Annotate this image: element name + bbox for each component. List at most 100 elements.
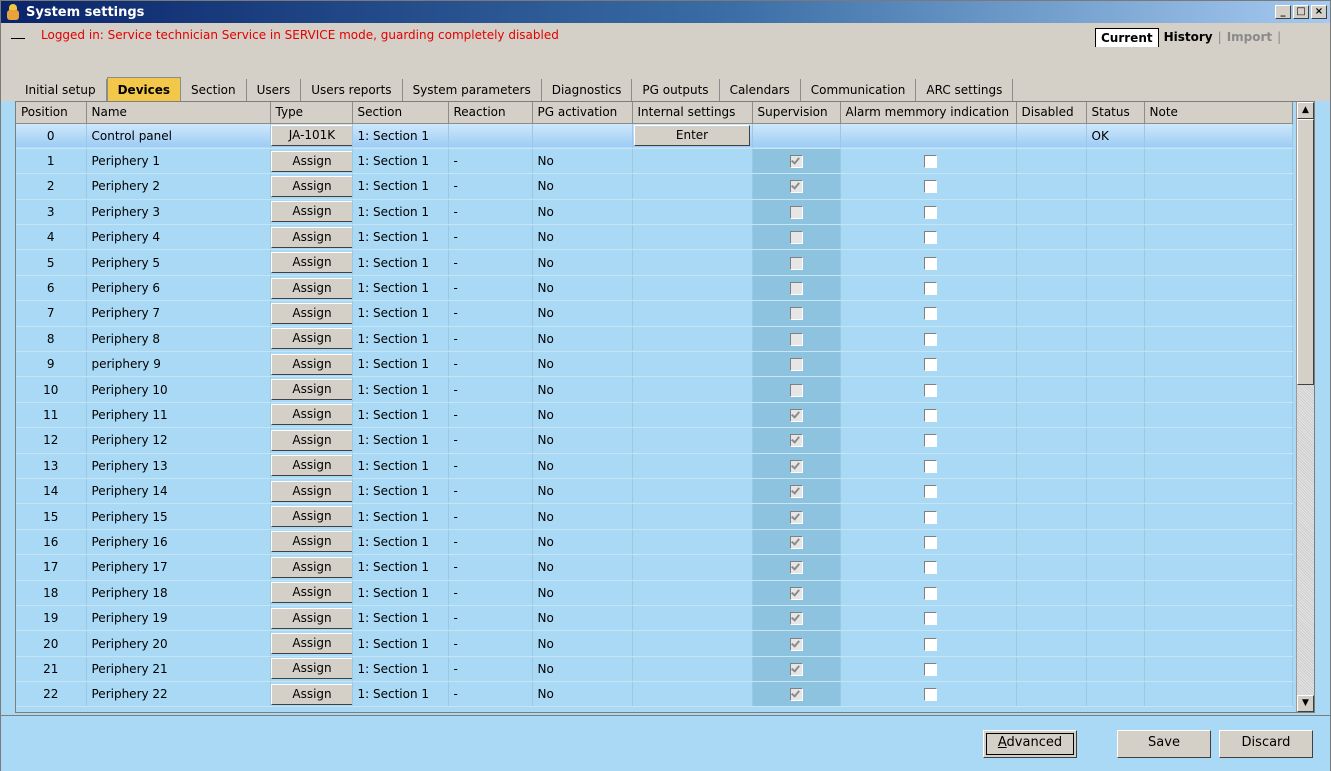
section-cell[interactable]: 1: Section 1 bbox=[352, 249, 449, 276]
name-cell[interactable]: Periphery 15 bbox=[86, 503, 271, 530]
pg-activation-cell[interactable]: No bbox=[532, 656, 633, 683]
table-row[interactable]: 17 Periphery 17 Assign 1: Section 1- No bbox=[16, 554, 1293, 581]
section-cell[interactable]: 1: Section 1 bbox=[352, 630, 449, 657]
assign-type-button[interactable]: Assign bbox=[270, 455, 351, 477]
name-cell[interactable]: Control panel bbox=[86, 123, 271, 149]
name-cell[interactable]: Periphery 4 bbox=[86, 224, 271, 251]
note-cell[interactable] bbox=[1144, 351, 1293, 378]
pg-activation-cell[interactable] bbox=[532, 123, 633, 149]
name-cell[interactable]: Periphery 2 bbox=[86, 173, 271, 200]
pg-activation-cell[interactable]: No bbox=[532, 605, 633, 632]
note-cell[interactable] bbox=[1144, 123, 1293, 149]
assign-type-button[interactable]: Assign bbox=[270, 379, 351, 401]
tab-users-reports[interactable]: Users reports bbox=[301, 79, 403, 101]
name-cell[interactable]: Periphery 22 bbox=[86, 681, 271, 708]
table-row[interactable]: 3 Periphery 3 Assign 1: Section 1- No bbox=[16, 199, 1293, 226]
assign-type-button[interactable]: Assign bbox=[270, 201, 351, 223]
tab-calendars[interactable]: Calendars bbox=[719, 79, 801, 101]
tab-import[interactable]: Import bbox=[1222, 28, 1277, 46]
name-cell[interactable]: Periphery 11 bbox=[86, 402, 271, 429]
tab-initial-setup[interactable]: Initial setup bbox=[15, 79, 107, 101]
table-row[interactable]: 16 Periphery 16 Assign 1: Section 1- No bbox=[16, 529, 1293, 556]
table-row[interactable]: 12 Periphery 12 Assign 1: Section 1- No bbox=[16, 427, 1293, 454]
name-cell[interactable]: Periphery 6 bbox=[86, 275, 271, 302]
column-header-internal-settings[interactable]: Internal settings bbox=[632, 102, 753, 124]
reaction-cell[interactable]: - bbox=[448, 402, 533, 429]
note-cell[interactable] bbox=[1144, 402, 1293, 429]
note-cell[interactable] bbox=[1144, 376, 1293, 403]
reaction-cell[interactable]: - bbox=[448, 656, 533, 683]
pg-activation-cell[interactable]: No bbox=[532, 199, 633, 226]
table-row[interactable]: 18 Periphery 18 Assign 1: Section 1- No bbox=[16, 580, 1293, 606]
reaction-cell[interactable]: - bbox=[448, 630, 533, 657]
assign-type-button[interactable]: Assign bbox=[270, 429, 351, 451]
assign-type-button[interactable]: Assign bbox=[270, 252, 351, 274]
table-row[interactable]: 19 Periphery 19 Assign 1: Section 1- No bbox=[16, 605, 1293, 632]
assign-type-button[interactable]: Assign bbox=[270, 226, 351, 248]
alarm-memory-checkbox[interactable] bbox=[924, 332, 937, 346]
pg-activation-cell[interactable]: No bbox=[532, 681, 633, 708]
alarm-memory-checkbox[interactable] bbox=[924, 510, 937, 524]
pg-activation-cell[interactable]: No bbox=[532, 630, 633, 657]
tab-diagnostics[interactable]: Diagnostics bbox=[541, 79, 633, 101]
table-row[interactable]: 0 Control panel JA-101K 1: Section 1 Enter OK bbox=[16, 123, 1293, 149]
pg-activation-cell[interactable]: No bbox=[532, 503, 633, 530]
advanced-button[interactable]: Advanced bbox=[983, 730, 1077, 758]
maximize-button[interactable]: □ bbox=[1293, 5, 1309, 19]
section-cell[interactable]: 1: Section 1 bbox=[352, 453, 449, 479]
reaction-cell[interactable]: - bbox=[448, 224, 533, 251]
pg-activation-cell[interactable]: No bbox=[532, 173, 633, 200]
alarm-memory-checkbox[interactable] bbox=[924, 535, 937, 549]
reaction-cell[interactable]: - bbox=[448, 580, 533, 606]
alarm-memory-checkbox[interactable] bbox=[924, 637, 937, 651]
enter-button[interactable]: Enter bbox=[634, 125, 750, 147]
alarm-memory-checkbox[interactable] bbox=[924, 561, 937, 575]
alarm-memory-checkbox[interactable] bbox=[924, 282, 937, 296]
section-cell[interactable]: 1: Section 1 bbox=[352, 580, 449, 606]
alarm-memory-checkbox[interactable] bbox=[924, 586, 937, 600]
tab-users[interactable]: Users bbox=[246, 79, 302, 101]
column-header-pg-activation[interactable]: PG activation bbox=[532, 102, 633, 124]
assign-type-button[interactable]: Assign bbox=[270, 302, 351, 324]
pg-activation-cell[interactable]: No bbox=[532, 554, 633, 581]
name-cell[interactable]: Periphery 7 bbox=[86, 300, 271, 327]
alarm-memory-checkbox[interactable] bbox=[924, 256, 937, 270]
note-cell[interactable] bbox=[1144, 656, 1293, 683]
reaction-cell[interactable]: - bbox=[448, 300, 533, 327]
assign-type-button[interactable]: Assign bbox=[270, 658, 351, 680]
section-cell[interactable]: 1: Section 1 bbox=[352, 503, 449, 530]
tab-system-parameters[interactable]: System parameters bbox=[402, 79, 542, 101]
assign-type-button[interactable]: JA-101K bbox=[270, 125, 351, 147]
alarm-memory-checkbox[interactable] bbox=[924, 662, 937, 676]
section-cell[interactable]: 1: Section 1 bbox=[352, 605, 449, 632]
note-cell[interactable] bbox=[1144, 554, 1293, 581]
reaction-cell[interactable]: - bbox=[448, 148, 533, 175]
note-cell[interactable] bbox=[1144, 300, 1293, 327]
note-cell[interactable] bbox=[1144, 630, 1293, 657]
pg-activation-cell[interactable]: No bbox=[532, 300, 633, 327]
column-header-status[interactable]: Status bbox=[1086, 102, 1145, 124]
pg-activation-cell[interactable]: No bbox=[532, 351, 633, 378]
note-cell[interactable] bbox=[1144, 427, 1293, 454]
tab-section[interactable]: Section bbox=[181, 79, 247, 101]
name-cell[interactable]: Periphery 1 bbox=[86, 148, 271, 175]
save-button[interactable]: Save bbox=[1117, 730, 1211, 758]
note-cell[interactable] bbox=[1144, 224, 1293, 251]
name-cell[interactable]: Periphery 19 bbox=[86, 605, 271, 632]
table-row[interactable]: 13 Periphery 13 Assign 1: Section 1- No bbox=[16, 453, 1293, 479]
assign-type-button[interactable]: Assign bbox=[270, 404, 351, 426]
note-cell[interactable] bbox=[1144, 326, 1293, 353]
column-header-reaction[interactable]: Reaction bbox=[448, 102, 533, 124]
assign-type-button[interactable]: Assign bbox=[270, 150, 351, 172]
reaction-cell[interactable]: - bbox=[448, 173, 533, 200]
assign-type-button[interactable]: Assign bbox=[270, 556, 351, 578]
discard-button[interactable]: Discard bbox=[1219, 730, 1313, 758]
table-row[interactable]: 22 Periphery 22 Assign 1: Section 1- No bbox=[16, 681, 1293, 708]
section-cell[interactable]: 1: Section 1 bbox=[352, 656, 449, 683]
assign-type-button[interactable]: Assign bbox=[270, 683, 351, 705]
title-bar[interactable]: System settings _ □ × bbox=[1, 1, 1330, 23]
alarm-memory-checkbox[interactable] bbox=[924, 434, 937, 448]
table-row[interactable]: 7 Periphery 7 Assign 1: Section 1- No bbox=[16, 300, 1293, 327]
pg-activation-cell[interactable]: No bbox=[532, 478, 633, 505]
section-cell[interactable]: 1: Section 1 bbox=[352, 554, 449, 581]
